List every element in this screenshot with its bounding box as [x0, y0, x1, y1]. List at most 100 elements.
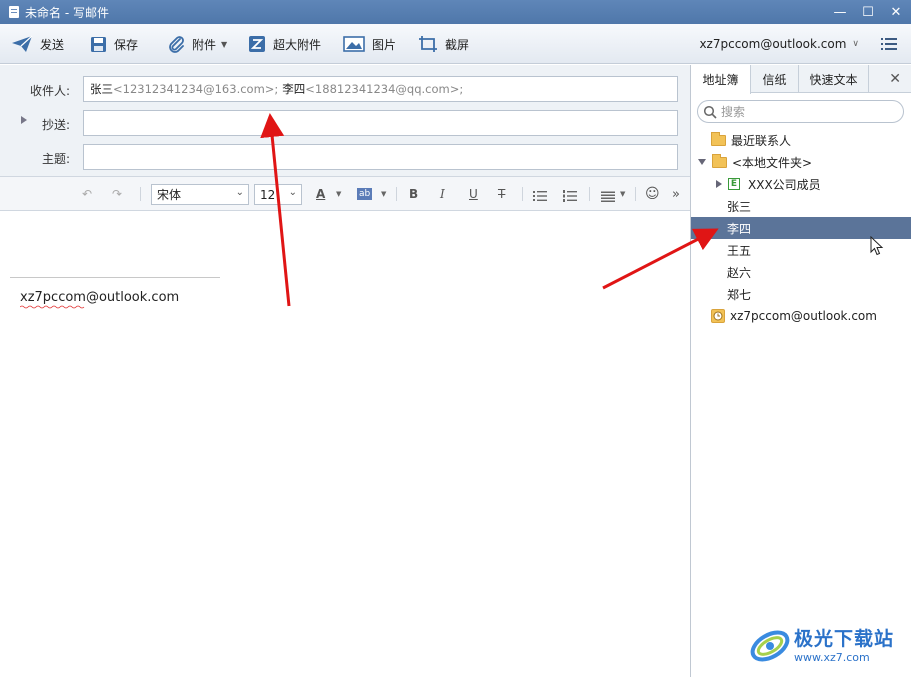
- subject-field[interactable]: [83, 144, 678, 170]
- align-dropdown-icon[interactable]: ▼: [620, 185, 625, 203]
- contact-name: 郑七: [727, 287, 752, 302]
- emoji-icon[interactable]: ☺: [645, 185, 660, 203]
- bullet-list-icon[interactable]: [533, 187, 547, 205]
- subject-label: 主题:: [41, 152, 70, 166]
- font-color-dropdown-icon[interactable]: ▼: [336, 185, 341, 203]
- send-button[interactable]: 发送: [11, 24, 64, 64]
- font-size-value: 12: [260, 187, 276, 202]
- strikethrough-icon[interactable]: T: [498, 185, 505, 203]
- attach-button[interactable]: 附件 ▼: [167, 24, 227, 64]
- expand-icon[interactable]: [716, 180, 722, 188]
- account-email: xz7pccom@outlook.com: [699, 37, 847, 51]
- undo-icon[interactable]: ↶: [82, 185, 92, 203]
- watermark-text: 极光下载站: [794, 628, 895, 650]
- more-icon[interactable]: »: [672, 185, 680, 203]
- contact-name: 赵六: [727, 265, 752, 280]
- search-input[interactable]: [721, 104, 891, 119]
- align-icon[interactable]: [601, 188, 615, 206]
- tree-item-label: xz7pccom@outlook.com: [730, 309, 877, 323]
- window-title: 未命名 - 写邮件: [25, 5, 109, 20]
- chevron-down-icon: ⌄: [235, 187, 244, 198]
- clock-icon: [711, 309, 725, 323]
- recipient-name: 张三: [90, 82, 113, 96]
- send-label: 发送: [40, 37, 65, 52]
- watermark-logo: 极光下载站 www.xz7.com: [748, 622, 908, 672]
- message-body[interactable]: xz7pccom@outlook.com: [0, 211, 690, 677]
- contact-group-icon: E: [728, 178, 740, 190]
- maximize-icon: ☐: [862, 4, 874, 20]
- chevron-down-icon: ⌄: [288, 187, 297, 198]
- contact-name: 李四: [727, 221, 752, 236]
- highlight-dropdown-icon[interactable]: ▼: [381, 185, 386, 203]
- send-icon: [12, 35, 33, 52]
- divider: [589, 187, 590, 201]
- tree-item-contact[interactable]: 赵六: [691, 261, 911, 283]
- compose-area: 收件人: 张三 <12312341234@163.com> ; 李四 <1881…: [0, 65, 690, 677]
- tree-item-group[interactable]: E XXX公司成员: [691, 173, 911, 195]
- redo-icon[interactable]: ↷: [112, 185, 122, 203]
- signature-divider: [10, 277, 220, 278]
- folder-icon: [712, 153, 727, 168]
- tab-stationery[interactable]: 信纸: [751, 65, 799, 93]
- font-color-icon[interactable]: A: [316, 185, 325, 203]
- divider: [522, 187, 523, 201]
- numbered-list-icon[interactable]: [563, 187, 577, 205]
- spellcheck-underline: [20, 305, 85, 309]
- screenshot-button[interactable]: 截屏: [418, 24, 469, 64]
- close-icon[interactable]: ✕: [889, 71, 901, 87]
- tab-quick-text[interactable]: 快速文本: [799, 65, 869, 93]
- image-button[interactable]: 图片: [343, 24, 396, 64]
- panel-tabs: 地址簿 信纸 快速文本 ✕: [691, 65, 911, 94]
- save-label: 保存: [114, 37, 139, 52]
- recipient-address: <18812341234@qq.com>: [305, 82, 460, 96]
- tab-address-book[interactable]: 地址簿: [691, 65, 751, 94]
- search-icon: [703, 105, 717, 119]
- to-field[interactable]: 张三 <12312341234@163.com> ; 李四 <188123412…: [83, 76, 678, 102]
- collapse-icon[interactable]: [698, 159, 706, 165]
- big-attach-button[interactable]: 超大附件: [248, 24, 321, 64]
- cc-field[interactable]: [83, 110, 678, 136]
- close-icon: ✕: [890, 4, 902, 20]
- attach-dropdown-icon[interactable]: ▼: [221, 40, 227, 49]
- image-icon: [343, 36, 365, 52]
- contact-name: 张三: [727, 199, 752, 214]
- save-button[interactable]: 保存: [90, 24, 138, 64]
- highlight-icon[interactable]: ab: [357, 188, 373, 200]
- tree-item-label: <本地文件夹>: [732, 155, 813, 170]
- tree-item-account[interactable]: xz7pccom@outlook.com: [691, 305, 911, 327]
- maximize-button[interactable]: ☐: [854, 0, 882, 24]
- close-window-button[interactable]: ✕: [882, 0, 910, 24]
- to-label: 收件人:: [29, 84, 70, 98]
- divider: [635, 187, 636, 201]
- save-icon: [91, 36, 106, 52]
- minimize-icon: —: [833, 4, 847, 20]
- watermark-url: www.xz7.com: [794, 651, 870, 664]
- screenshot-label: 截屏: [445, 37, 470, 52]
- contact-name: 王五: [727, 243, 752, 258]
- contact-search[interactable]: [697, 100, 904, 123]
- minimize-button[interactable]: —: [826, 0, 854, 24]
- italic-icon[interactable]: I: [440, 185, 445, 203]
- font-family-select[interactable]: 宋体 ⌄: [151, 184, 249, 205]
- font-size-select[interactable]: 12 ⌄: [254, 184, 302, 205]
- paperclip-icon: [169, 36, 184, 53]
- tree-item-contact[interactable]: 郑七: [691, 283, 911, 305]
- tree-item-local-folder[interactable]: <本地文件夹>: [691, 151, 911, 173]
- attach-label: 附件: [192, 37, 217, 52]
- tree-item-recent[interactable]: 最近联系人: [691, 129, 911, 151]
- chevron-down-icon: ∨: [852, 39, 859, 49]
- recipient-separator: ;: [274, 82, 279, 96]
- tree-item-contact[interactable]: 张三: [691, 195, 911, 217]
- image-label: 图片: [372, 37, 397, 52]
- list-menu-icon[interactable]: [881, 38, 897, 51]
- format-toolbar: ↶ ↷ 宋体 ⌄ 12 ⌄ A ▼ ab ▼ B I U T ▼ ☺ »: [0, 177, 690, 211]
- signature-text: xz7pccom@outlook.com: [20, 290, 180, 305]
- underline-icon[interactable]: U: [469, 185, 478, 203]
- bold-icon[interactable]: B: [409, 185, 418, 203]
- tree-item-label: 最近联系人: [731, 133, 792, 148]
- font-family-value: 宋体: [157, 188, 182, 202]
- folder-icon: [711, 131, 726, 146]
- recipient-separator: ;: [459, 82, 464, 96]
- account-selector[interactable]: xz7pccom@outlook.com ∨: [699, 24, 859, 64]
- main-toolbar: 发送 保存 附件 ▼ 超大附件 图片 截屏 xz7pccom@outlook.c…: [0, 24, 911, 64]
